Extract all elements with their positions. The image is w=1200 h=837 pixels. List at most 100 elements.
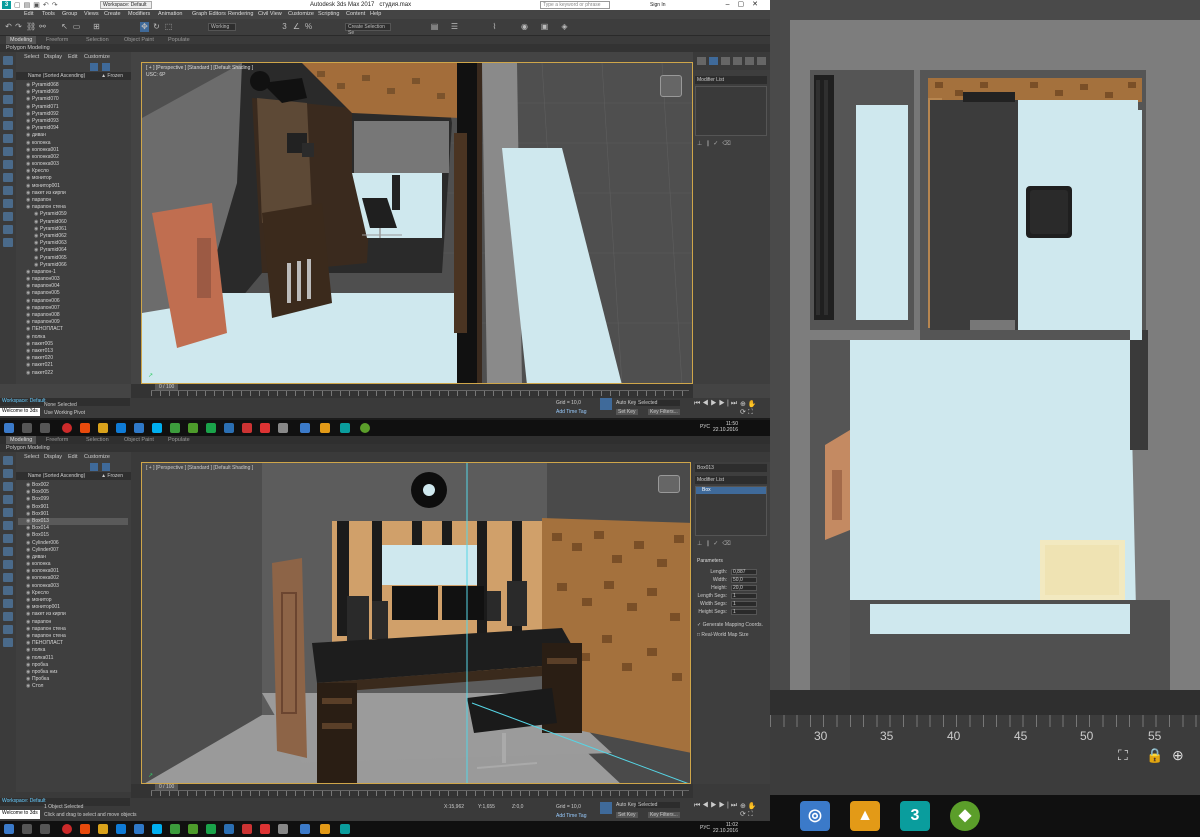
app5-icon-2[interactable] — [260, 824, 270, 834]
scene-list-item[interactable]: ◉ Pyramid061 — [18, 226, 128, 233]
3dsmax-icon-zoomed[interactable]: 3 — [900, 801, 930, 831]
filter-icon-2[interactable] — [3, 612, 13, 621]
tab-freeform-2[interactable]: Freeform — [46, 437, 68, 443]
geometry-icon-2[interactable] — [3, 521, 13, 530]
modifier-list-dropdown[interactable]: Modifier List — [695, 76, 767, 84]
menu-0[interactable]: Edit — [24, 11, 33, 17]
scene-list-item[interactable]: ◉ Pyramid092 — [18, 111, 128, 118]
start-icon[interactable] — [4, 423, 14, 433]
scene-list-item[interactable]: ◉ Кресло — [18, 168, 128, 175]
utilities-tab-icon[interactable] — [757, 57, 766, 65]
helpers-icon[interactable] — [3, 173, 13, 182]
spacewarps-icon[interactable] — [3, 186, 13, 195]
menu-7[interactable]: Graph Editors — [192, 11, 226, 17]
key-icon[interactable] — [600, 398, 612, 410]
time-slider[interactable]: 0 / 100 — [131, 384, 693, 398]
menu-6[interactable]: Animation — [158, 11, 182, 17]
se-tab-select[interactable]: Select — [24, 54, 39, 60]
tab-freeform[interactable]: Freeform — [46, 37, 68, 43]
auto-key-button[interactable]: Auto Key — [616, 400, 636, 406]
screenshot-icon-2[interactable] — [300, 824, 310, 834]
menu-5[interactable]: Modifiers — [128, 11, 150, 17]
render-setup-icon[interactable]: ▣ — [540, 22, 549, 32]
param-spinner[interactable]: 20,0 — [731, 585, 757, 591]
scene-list-item[interactable]: ◉ парапон стена — [18, 626, 128, 633]
se-tab-display[interactable]: Display — [44, 54, 62, 60]
scene-list-item[interactable]: ◉ парапон007 — [18, 305, 128, 312]
bones-icon-2[interactable] — [3, 599, 13, 608]
stack-tool-icons-2[interactable]: ⊥∥✓⌫ — [697, 540, 735, 547]
scene-list-item[interactable]: ◉ Стол — [18, 683, 128, 690]
3dsmax-logo-icon[interactable]: 3 — [2, 1, 11, 9]
tab-object-paint[interactable]: Object Paint — [124, 37, 154, 43]
scene-list-item[interactable]: ◉ Box002 — [18, 482, 128, 489]
app6-icon-2[interactable] — [278, 824, 288, 834]
scene-list-item[interactable]: ◉ парапон003 — [18, 276, 128, 283]
tab-selection[interactable]: Selection — [86, 37, 109, 43]
viewport-nav-icons-2[interactable]: ⊕✋⟳⛶ — [740, 802, 770, 819]
motion-tab-icon[interactable] — [733, 57, 742, 65]
top-perspective-viewport[interactable]: [ + ] [Perspective ] [Standard ] [Defaul… — [141, 62, 693, 384]
lock-icon[interactable]: 🔒 — [1146, 747, 1163, 764]
menu-2[interactable]: Group — [62, 11, 77, 17]
scene-list-item[interactable]: ◉ парапон004 — [18, 283, 128, 290]
scene-list-item[interactable]: ◉ пакет020 — [18, 355, 128, 362]
start-icon-2[interactable] — [4, 824, 14, 834]
task-view-icon-2[interactable] — [40, 824, 50, 834]
unlink-icon[interactable]: ⚯ — [38, 22, 47, 32]
scene-list-item[interactable]: ◉ парапон009 — [18, 319, 128, 326]
display-tab-icon[interactable] — [745, 57, 754, 65]
scene-list-item[interactable]: ◉ парапон стена — [18, 633, 128, 640]
scene-list-item[interactable]: ◉ Pyramid094 — [18, 125, 128, 132]
add-time-tag[interactable]: Add Time Tag — [556, 409, 586, 415]
lights-icon[interactable] — [3, 147, 13, 156]
scene-list-item[interactable]: ◉ парапон — [18, 197, 128, 204]
app3-icon[interactable] — [224, 423, 234, 433]
scene-list-item[interactable]: ◉ Pyramid093 — [18, 118, 128, 125]
set-key-button[interactable]: Set Key — [616, 409, 638, 415]
param-spinner[interactable]: 1 — [731, 609, 757, 615]
shapes-icon[interactable] — [3, 134, 13, 143]
explorer-icon[interactable] — [98, 423, 108, 433]
scene-list-item[interactable]: ◉ ПЕНОПЛАСТ — [18, 326, 128, 333]
scene-list-item[interactable]: ◉ полка — [18, 334, 128, 341]
archicad-icon-2[interactable] — [320, 824, 330, 834]
scene-list-item[interactable]: ◉ Box005 — [18, 489, 128, 496]
screenshot-icon-zoomed[interactable]: ◎ — [800, 801, 830, 831]
modifier-stack-item[interactable]: Box — [696, 487, 766, 494]
edge-icon[interactable] — [116, 423, 126, 433]
search-icon[interactable] — [22, 423, 32, 433]
app4-icon[interactable] — [242, 423, 252, 433]
layer-icon[interactable]: ☰ — [450, 22, 459, 32]
viewport-nav-icons[interactable]: ⊕✋⟳⛶ — [740, 400, 770, 417]
top-view-render[interactable] — [770, 0, 1200, 715]
yandex-browser-icon-2[interactable] — [62, 824, 72, 834]
scene-list-item[interactable]: ◉ Box099 — [18, 496, 128, 503]
scene-list-item[interactable]: ◉ пакет022 — [18, 370, 128, 377]
selected-dropdown-2[interactable]: Selected — [636, 802, 680, 808]
scene-list-item[interactable]: ◉ парапон — [18, 619, 128, 626]
app2-icon-2[interactable] — [206, 824, 216, 834]
tab-populate-2[interactable]: Populate — [168, 437, 190, 443]
scene-list-item[interactable]: ◉ пакет021 — [18, 362, 128, 369]
browser-icon-2[interactable] — [80, 824, 90, 834]
bones-icon[interactable] — [3, 199, 13, 208]
app-icon[interactable] — [188, 423, 198, 433]
selection-set-dropdown[interactable]: Create Selection Se — [345, 23, 391, 36]
se-header[interactable]: Name (Sorted Ascending) ▲ Frozen — [16, 72, 131, 80]
scene-list-item[interactable]: ◉ колонка003 — [18, 583, 128, 590]
clock-2[interactable]: 11:02 22.10.2016 — [713, 822, 738, 834]
scene-list-item[interactable]: ◉ пробка низ — [18, 669, 128, 676]
scene-list-item[interactable]: ◉ колонка001 — [18, 568, 128, 575]
parameters-rollout[interactable]: Parameters — [697, 558, 723, 564]
menu-8[interactable]: Rendering — [228, 11, 253, 17]
se-filter-icon[interactable] — [90, 63, 98, 71]
scene-list-item[interactable]: ◉ Pyramid070 — [18, 96, 128, 103]
bottom-perspective-viewport[interactable]: [ + ] [Perspective ] [Standard ] [Defaul… — [141, 462, 691, 784]
menu-10[interactable]: Customize — [288, 11, 314, 17]
select-object-icon-2[interactable] — [3, 469, 13, 478]
menu-4[interactable]: Create — [104, 11, 121, 17]
task-view-icon[interactable] — [40, 423, 50, 433]
param-spinner[interactable]: 1 — [731, 593, 757, 599]
display-icon-2[interactable] — [3, 482, 13, 491]
